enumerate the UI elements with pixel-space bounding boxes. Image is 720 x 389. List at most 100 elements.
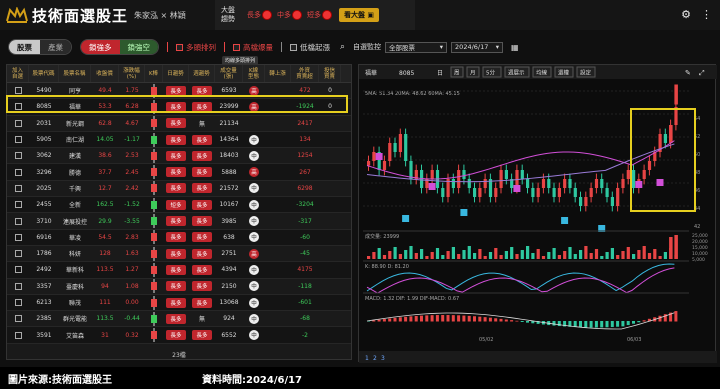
- change-pct: 2.53: [125, 152, 139, 160]
- volume-bar: [504, 251, 508, 259]
- column-header[interactable]: 收盤價: [91, 65, 119, 82]
- gear-icon[interactable]: ⚙: [681, 8, 691, 21]
- column-header[interactable]: 日趨勢: [163, 65, 189, 82]
- add-watch-checkbox[interactable]: [14, 87, 22, 95]
- column-header[interactable]: 成交量 (張): [215, 65, 243, 82]
- stock-name: 艾笛森: [65, 332, 84, 340]
- volume: 924: [223, 315, 235, 323]
- add-watch-checkbox[interactable]: [14, 233, 22, 241]
- date-tick: 06/03: [627, 337, 641, 343]
- more-icon[interactable]: ⋮: [701, 8, 712, 21]
- table-row[interactable]: 2031 新光鋼 62.8 4.67 長多 無 21134 2417: [7, 116, 351, 132]
- table-row[interactable]: 3591 艾笛森 31 0.32 長多 長多 6552 中 -2: [7, 327, 351, 344]
- candle-body: [473, 188, 477, 197]
- bull-align-checkbox[interactable]: 多頭排列: [176, 42, 216, 53]
- change-pct: -1.17: [124, 136, 140, 144]
- toggle-industry[interactable]: 產業: [40, 40, 71, 54]
- table-row[interactable]: 3062 建漢 38.6 2.53 長多 長多 18403 中 1254: [7, 148, 351, 165]
- low-rise-checkbox[interactable]: 低檔起漲: [290, 42, 330, 53]
- column-header[interactable]: 外資 買賣超: [291, 65, 319, 82]
- k-bar-icon: [151, 328, 157, 343]
- table-row[interactable]: 3296 勝德 37.7 2.45 長多 長多 5888 高 267: [7, 164, 351, 181]
- add-watch-checkbox[interactable]: [14, 299, 22, 306]
- table-row[interactable]: 5905 南仁湖 14.05 -1.17 長多 長多 14364 中 134: [7, 131, 351, 149]
- add-watch-checkbox[interactable]: [14, 119, 22, 127]
- add-watch-checkbox[interactable]: [14, 315, 22, 323]
- price-tick: 44: [694, 206, 700, 212]
- add-watch-checkbox[interactable]: [14, 282, 22, 290]
- search-icon[interactable]: ⌕: [340, 42, 345, 52]
- add-watch-checkbox[interactable]: [14, 266, 22, 274]
- add-watch-checkbox[interactable]: [14, 250, 22, 258]
- column-header[interactable]: K棒: [145, 65, 163, 82]
- daily-trend: 長多: [166, 118, 186, 129]
- add-watch-checkbox[interactable]: [14, 331, 22, 339]
- table-row[interactable]: 3710 連展投控 29.9 -3.55 長多 長多 3985 中 -317: [7, 213, 351, 230]
- foreign-net: 2417: [297, 119, 313, 127]
- sell-signal-marker: [428, 183, 436, 190]
- lock-long-button[interactable]: 鎖強多: [81, 40, 120, 54]
- candlestick-chart[interactable]: 福華 8085 日 周 月 5分 週展示 均線 還權 設定 ✎ ⤢ 5MA: 51.34 20MA: 4…: [359, 65, 717, 363]
- stock-name: 華凌: [68, 234, 81, 242]
- high-volume-checkbox[interactable]: 高檔爆量: [233, 42, 273, 53]
- column-header[interactable]: 股票名稱: [59, 65, 91, 82]
- source-text: 圖片來源:技術面選股王: [8, 374, 112, 386]
- volume-bar: [494, 248, 498, 259]
- table-row[interactable]: 3357 臺慶科 94 1.08 長多 長多 2150 中 -118: [7, 279, 351, 295]
- macd-bar: [393, 317, 397, 322]
- volume-bar: [526, 246, 530, 259]
- macd-bar: [510, 320, 514, 322]
- add-watch-checkbox[interactable]: [14, 217, 22, 225]
- lock-short-button[interactable]: 鎖強空: [119, 40, 158, 54]
- add-watch-checkbox[interactable]: [14, 136, 22, 144]
- table-row[interactable]: 6916 華凌 54.5 2.83 長多 長多 638 中 -60: [7, 229, 351, 246]
- weekly-trend: 長多: [192, 248, 212, 259]
- volume-bar: [382, 255, 387, 259]
- price-tick: 48: [694, 170, 700, 176]
- column-header[interactable]: 股票代碼: [29, 65, 59, 82]
- volume-bar: [425, 256, 429, 259]
- chart-button-label: 設定: [580, 69, 592, 77]
- lock-toggle[interactable]: 鎖強多 鎖強空: [80, 39, 159, 55]
- table-row[interactable]: 5490 同亨 49.4 1.75 長多 長多 6593 高 472 0: [7, 83, 351, 100]
- table-row[interactable]: 2455 全新 162.5 -1.52 短多 長多 10167 中 -3204: [7, 197, 351, 214]
- macd-bar: [494, 318, 498, 322]
- macd-bar: [467, 315, 471, 322]
- table-row[interactable]: 1786 科妍 128 1.63 長多 長多 2751 高 -45: [7, 246, 351, 263]
- add-watch-checkbox[interactable]: [14, 103, 22, 111]
- column-header[interactable]: 轉上漲: [265, 65, 291, 82]
- date-select[interactable]: 2024/6/17 ▾: [451, 41, 504, 53]
- close-price: 94: [101, 282, 109, 290]
- column-header[interactable]: 漲跌幅 (%): [119, 65, 145, 82]
- column-header[interactable]: 加入 自選: [7, 65, 29, 82]
- volume-bar: [663, 252, 667, 259]
- stock-industry-toggle[interactable]: 股票 產業: [8, 39, 72, 55]
- volume-bar: [420, 249, 424, 259]
- add-watch-checkbox[interactable]: [14, 152, 22, 160]
- weekly-trend: 長多: [192, 281, 212, 292]
- volume-bar: [372, 252, 376, 259]
- table-row[interactable]: 6213 聯茂 111 0.00 長多 長多 13068 中 -601: [7, 294, 351, 312]
- stock-code: 6916: [36, 233, 52, 241]
- change-pct: 4.67: [125, 119, 139, 127]
- toggle-stock[interactable]: 股票: [9, 40, 40, 54]
- add-watch-checkbox[interactable]: [14, 184, 22, 192]
- change-pct: 2.83: [125, 233, 139, 241]
- column-header[interactable]: K線 型態: [243, 65, 265, 82]
- volume-tick: 25,000: [692, 233, 708, 239]
- table-row[interactable]: 2492 華新科 113.5 1.27 長多 長多 4394 中 4175: [7, 262, 351, 279]
- foreign-net: -601: [298, 299, 312, 306]
- see-market-button[interactable]: 看大盤 ▣: [339, 8, 380, 22]
- volume: 13068: [219, 299, 239, 306]
- table-row[interactable]: 8085 福華 53.3 6.28 長多 長多 23999 高 -1924 0: [7, 99, 351, 116]
- column-header[interactable]: 投信 買賣: [319, 65, 341, 82]
- add-watch-checkbox[interactable]: [14, 201, 22, 209]
- add-watch-checkbox[interactable]: [14, 168, 22, 176]
- candle-body: [663, 134, 667, 143]
- column-header[interactable]: 週趨勢: [189, 65, 215, 82]
- calendar-icon[interactable]: ▦: [511, 43, 519, 52]
- table-row[interactable]: 2385 群光電能 113.5 -0.44 長多 無 924 中 -68: [7, 311, 351, 328]
- table-row[interactable]: 2025 千興 12.7 2.42 長多 長多 21572 中 6298: [7, 181, 351, 198]
- watchlist-select[interactable]: 全部股票 ▾: [385, 41, 448, 53]
- volume-bar: [610, 248, 614, 259]
